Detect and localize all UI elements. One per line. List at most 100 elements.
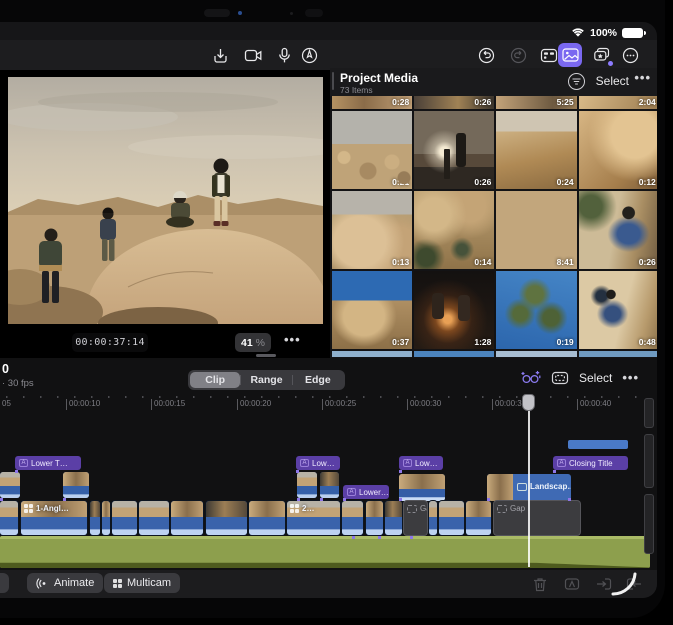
video-camera-icon[interactable] bbox=[241, 43, 265, 67]
media-thumbnail[interactable]: 0:37 bbox=[332, 271, 412, 349]
clip-wave-area bbox=[171, 517, 203, 535]
redo-icon[interactable] bbox=[506, 43, 530, 67]
media-thumbnail[interactable]: 0:24 bbox=[496, 111, 576, 189]
timeline-project-title: 0 bbox=[2, 362, 9, 376]
media-thumbnail[interactable] bbox=[414, 351, 494, 357]
media-thumbnail[interactable]: 0:26 bbox=[414, 111, 494, 189]
clip-duration: 0:13 bbox=[392, 257, 409, 267]
connected-clip[interactable] bbox=[297, 472, 317, 498]
cutoff-button[interactable] bbox=[0, 573, 9, 593]
gap-icon bbox=[407, 505, 417, 513]
storyline-clip[interactable] bbox=[366, 501, 383, 535]
photos-icon[interactable] bbox=[558, 43, 582, 67]
multicam-label: Multicam bbox=[127, 577, 171, 589]
media-thumbnail[interactable]: 0:21 bbox=[332, 111, 412, 189]
edit-mode-edge[interactable]: Edge bbox=[293, 372, 343, 388]
media-thumbnail[interactable]: 0:26 bbox=[414, 96, 494, 109]
media-thumbnail[interactable]: 0:12 bbox=[579, 111, 657, 189]
media-thumbnail[interactable]: 8:41 bbox=[496, 191, 576, 269]
storyline-clip[interactable] bbox=[249, 501, 285, 535]
connected-audio-bar[interactable] bbox=[568, 440, 628, 449]
connection-dot bbox=[487, 498, 490, 501]
storyline-clip[interactable] bbox=[206, 501, 247, 535]
storyline-clip[interactable] bbox=[439, 501, 464, 535]
playhead-handle[interactable] bbox=[522, 394, 535, 411]
multicam-button[interactable]: Multicam bbox=[104, 573, 180, 593]
storyline-clip[interactable] bbox=[139, 501, 169, 535]
undo-icon[interactable] bbox=[474, 43, 498, 67]
playhead-line bbox=[528, 395, 530, 567]
storyline-clip[interactable] bbox=[102, 501, 110, 535]
title-clip[interactable]: ALow… bbox=[296, 456, 340, 470]
more-icon[interactable] bbox=[618, 43, 642, 67]
animate-button[interactable]: Animate bbox=[27, 573, 103, 593]
blade-icon[interactable] bbox=[562, 574, 582, 594]
zoom-value: 41 bbox=[241, 337, 253, 349]
media-thumbnail[interactable]: 0:14 bbox=[414, 191, 494, 269]
storyline-clip[interactable] bbox=[342, 501, 363, 535]
connected-clip[interactable] bbox=[63, 472, 89, 498]
gap-clip[interactable]: Gap bbox=[494, 501, 580, 535]
microphone-icon[interactable] bbox=[272, 43, 296, 67]
clip-thumbnail bbox=[206, 501, 247, 517]
filter-icon[interactable] bbox=[568, 73, 585, 90]
media-more-button[interactable]: ••• bbox=[634, 70, 651, 85]
media-thumbnail[interactable]: 0:19 bbox=[496, 271, 576, 349]
music-audio-clip[interactable] bbox=[0, 536, 650, 568]
media-thumbnail[interactable] bbox=[332, 351, 412, 357]
timecode-display[interactable]: 00:00:37:14 bbox=[72, 333, 148, 352]
timeline-more-button[interactable]: ••• bbox=[622, 370, 639, 385]
timeline-scrollbar[interactable] bbox=[643, 398, 656, 550]
title-clip[interactable]: ALow… bbox=[399, 456, 443, 470]
clip-waveform bbox=[0, 486, 20, 498]
storyline-clip[interactable] bbox=[466, 501, 491, 535]
storyline-clip[interactable] bbox=[90, 501, 100, 535]
title-clip[interactable]: AClosing Title bbox=[553, 456, 628, 470]
storyline-clip[interactable] bbox=[385, 501, 402, 535]
connected-clip[interactable] bbox=[320, 472, 339, 498]
clip-duration: 0:26 bbox=[474, 177, 491, 187]
zoom-level[interactable]: 41 % bbox=[235, 333, 271, 352]
media-thumbnail[interactable] bbox=[579, 351, 657, 357]
clips-icon[interactable] bbox=[551, 371, 569, 385]
trash-icon[interactable] bbox=[530, 574, 550, 594]
media-thumbnail[interactable]: 0:26 bbox=[579, 191, 657, 269]
storyline-clip[interactable] bbox=[112, 501, 137, 535]
media-panel: Project Media 73 Items Select ••• 0:280:… bbox=[330, 68, 657, 358]
viewer-more-button[interactable]: ••• bbox=[284, 332, 301, 347]
edit-mode-clip[interactable]: Clip bbox=[190, 372, 240, 388]
media-thumbnail[interactable]: 0:13 bbox=[332, 191, 412, 269]
media-thumbnail[interactable]: 0:48 bbox=[579, 271, 657, 349]
media-thumbnail[interactable]: 0:28 bbox=[332, 96, 412, 109]
edit-mode-segmented-control: ClipRangeEdge bbox=[188, 370, 345, 390]
clip-wave-area bbox=[0, 517, 18, 535]
connected-clip[interactable] bbox=[0, 472, 20, 498]
media-thumbnail[interactable]: 5:25 bbox=[496, 96, 576, 109]
storyline-clip[interactable] bbox=[429, 501, 437, 535]
timeline-ruler[interactable]: 0500:00:1000:00:1500:00:2000:00:2500:00:… bbox=[0, 395, 650, 412]
edit-mode-range[interactable]: Range bbox=[241, 372, 291, 388]
clip-duration: 0:19 bbox=[557, 337, 574, 347]
media-thumbnail[interactable]: 1:28 bbox=[414, 271, 494, 349]
gap-clip[interactable]: Gap bbox=[404, 501, 427, 535]
connected-clip-audio[interactable] bbox=[399, 474, 445, 501]
clip-waveform bbox=[90, 517, 100, 535]
media-thumbnail[interactable] bbox=[496, 351, 576, 357]
clips-star-icon[interactable] bbox=[590, 43, 614, 67]
film-icon bbox=[517, 483, 527, 491]
media-thumbnail[interactable]: 2:04 bbox=[579, 96, 657, 109]
title-clip[interactable]: ALower… bbox=[343, 485, 389, 499]
pencil-icon[interactable] bbox=[297, 43, 321, 67]
title-clip[interactable]: ALower T… bbox=[15, 456, 81, 470]
timeline-select-button[interactable]: Select bbox=[579, 371, 612, 385]
media-select-button[interactable]: Select bbox=[596, 74, 629, 88]
panel-resize-handle[interactable] bbox=[256, 354, 276, 357]
import-icon[interactable] bbox=[208, 43, 232, 67]
edit-tools-icon[interactable] bbox=[520, 370, 541, 385]
clip-waveform bbox=[287, 517, 340, 535]
multicam-clip[interactable]: 2… bbox=[287, 501, 340, 535]
storyline-clip[interactable] bbox=[171, 501, 203, 535]
storyline-clip[interactable] bbox=[0, 501, 18, 535]
multicam-clip[interactable]: 1-Angl… bbox=[21, 501, 87, 535]
clip-waveform bbox=[21, 517, 87, 535]
